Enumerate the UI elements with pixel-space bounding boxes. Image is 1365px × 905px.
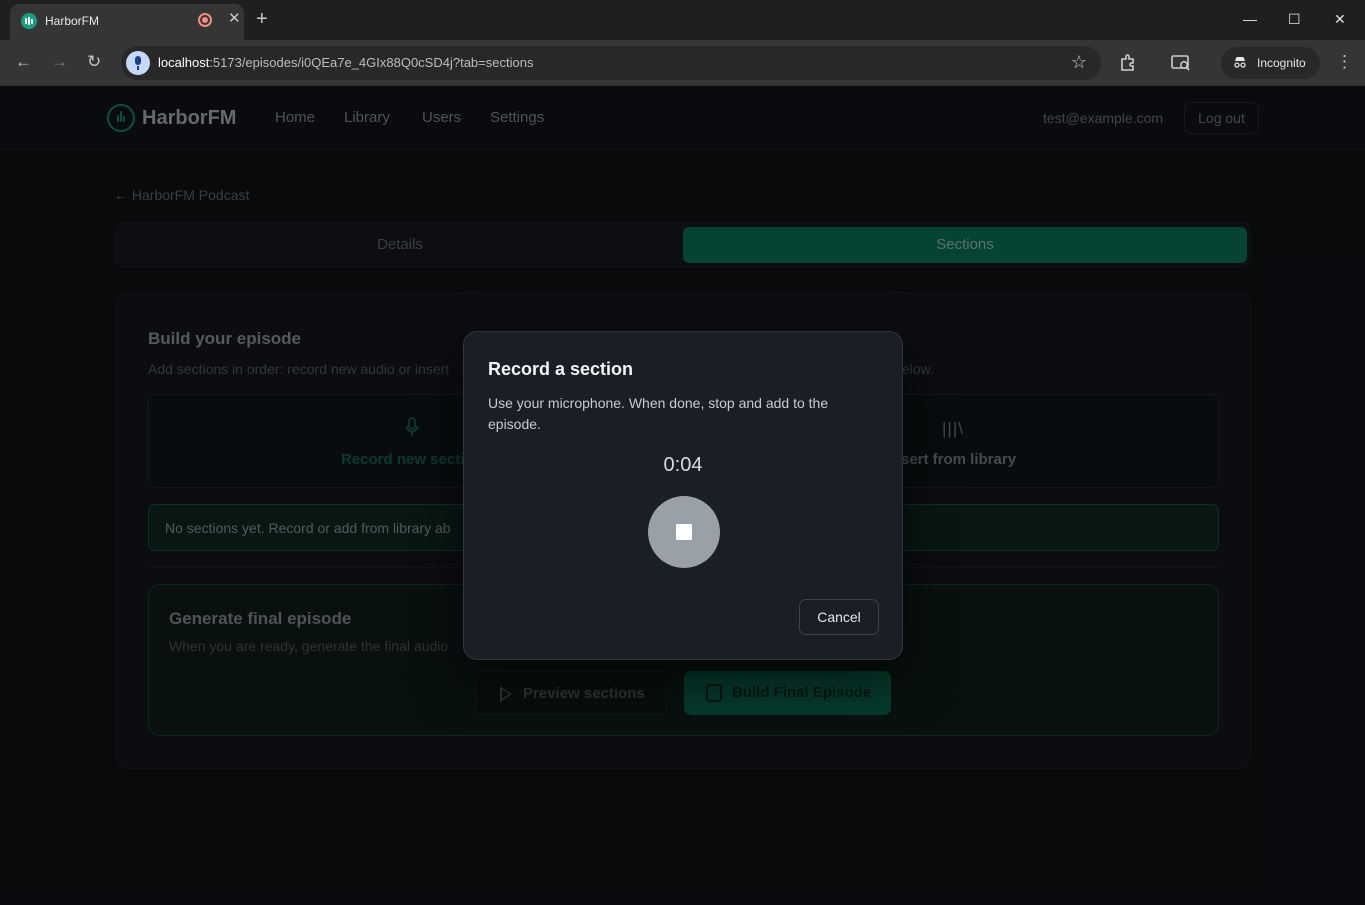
recording-timer: 0:04 — [663, 454, 703, 476]
app-viewport: HarborFM Home Library Users Settings tes… — [0, 87, 1365, 905]
microphone-permission-icon[interactable] — [126, 51, 150, 75]
tab-title: HarborFM — [45, 14, 100, 28]
cancel-button[interactable]: Cancel — [799, 599, 879, 635]
back-arrow-icon[interactable]: ← — [15, 52, 32, 72]
incognito-icon — [1234, 57, 1246, 68]
maximize-icon[interactable]: ☐ — [1288, 10, 1301, 28]
record-section-dialog: Record a section Use your microphone. Wh… — [463, 331, 903, 660]
browser-menu-icon[interactable]: ⋮ — [1336, 52, 1353, 72]
browser-tabstrip: HarborFM ✕ + — ☐ ✕ — [0, 0, 1365, 40]
recording-icon — [198, 13, 212, 27]
incognito-label: Incognito — [1257, 56, 1306, 70]
bookmark-star-icon[interactable]: ☆ — [1071, 52, 1087, 72]
window-close-icon[interactable]: ✕ — [1334, 10, 1346, 28]
incognito-indicator[interactable]: Incognito — [1221, 47, 1320, 79]
browser-toolbar: ← → ↻ localhost:5173/episodes/i0QEa7e_4G… — [0, 40, 1365, 86]
forward-arrow-icon[interactable]: → — [51, 52, 68, 72]
extensions-icon[interactable] — [1118, 53, 1138, 73]
harborfm-logo-icon — [21, 13, 37, 29]
dialog-description: Use your microphone. When done, stop and… — [488, 395, 829, 432]
minimize-icon[interactable]: — — [1243, 10, 1257, 28]
address-bar[interactable]: localhost:5173/episodes/i0QEa7e_4GIx88Q0… — [121, 46, 1101, 80]
stop-recording-button[interactable] — [648, 496, 720, 568]
browser-tab[interactable]: HarborFM ✕ — [10, 4, 244, 40]
dialog-title: Record a section — [488, 359, 634, 379]
tab-close-icon[interactable]: ✕ — [228, 10, 241, 28]
reload-icon[interactable]: ↻ — [87, 52, 101, 72]
new-tab-button[interactable]: + — [256, 8, 268, 30]
url-text[interactable]: localhost:5173/episodes/i0QEa7e_4GIx88Q0… — [158, 55, 533, 70]
search-tab-icon[interactable] — [1170, 53, 1192, 73]
stop-icon — [676, 524, 692, 540]
